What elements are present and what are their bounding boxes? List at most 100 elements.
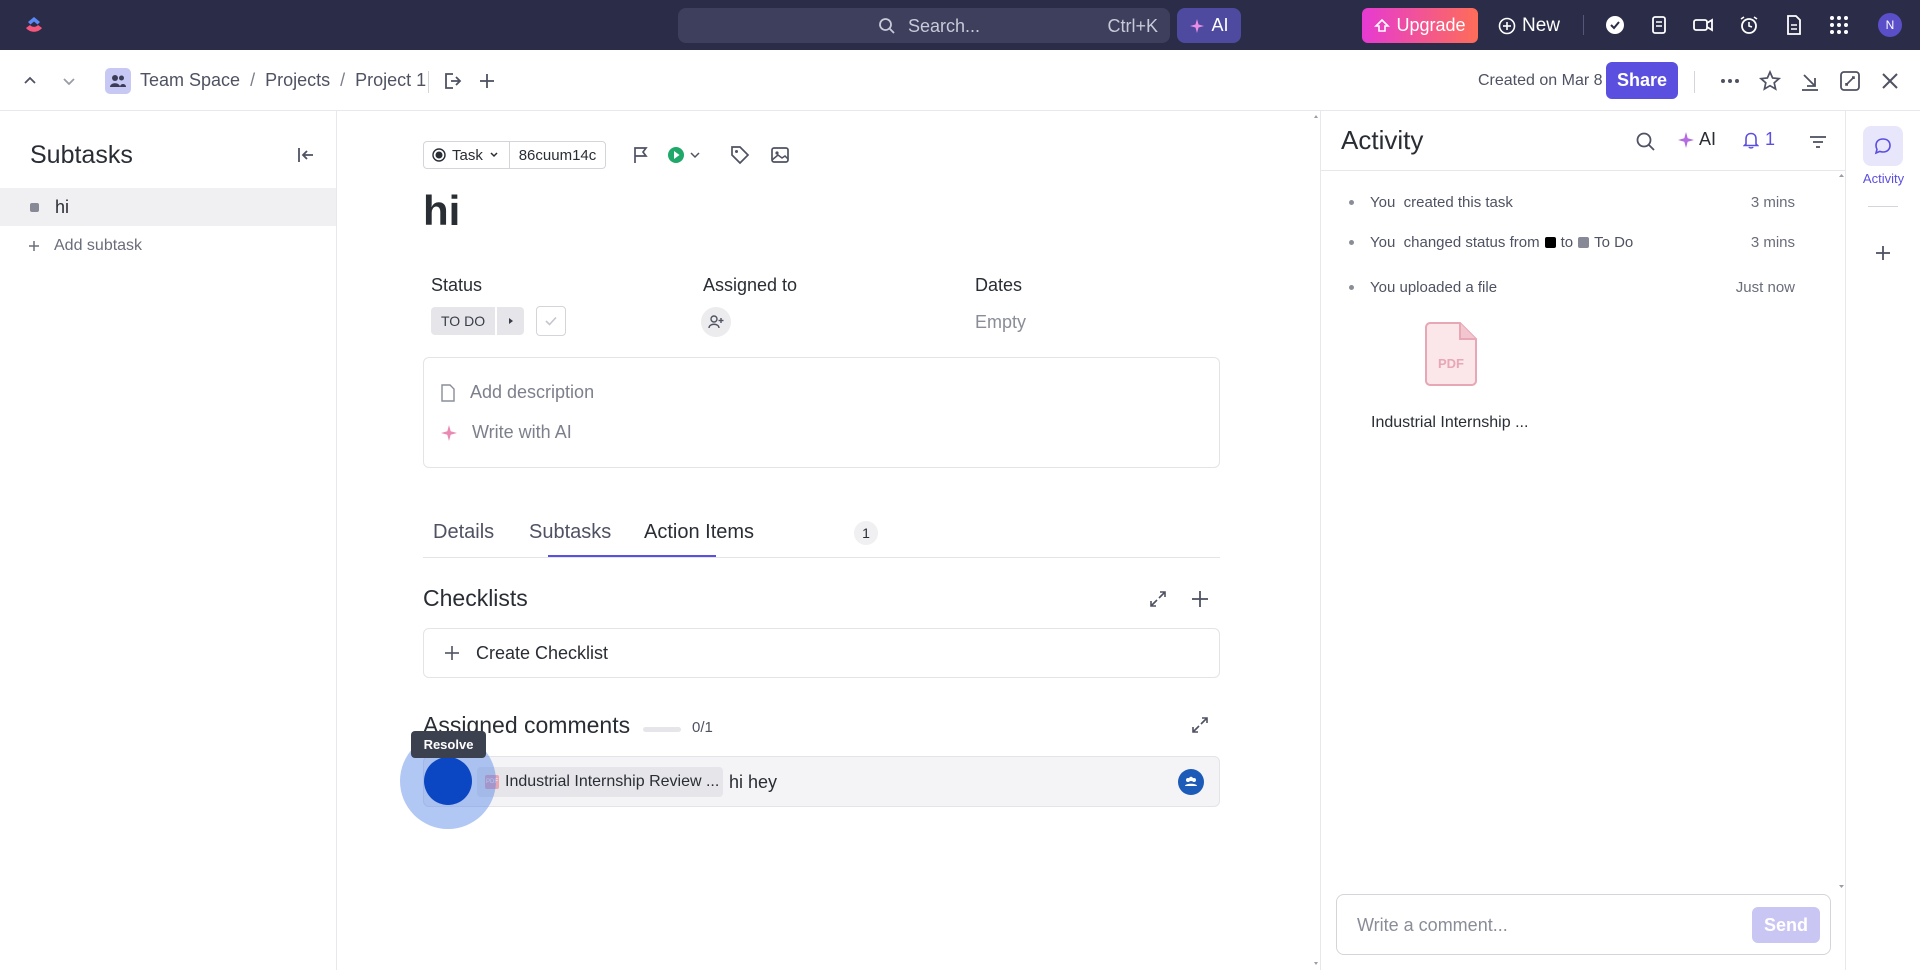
plus-icon[interactable] [476, 70, 498, 92]
play-timer-icon[interactable] [667, 144, 703, 166]
move-task-icon[interactable] [441, 70, 463, 92]
breadcrumb-separator: / [340, 70, 346, 90]
action-items-count-badge: 1 [854, 521, 878, 545]
add-panel-icon[interactable] [1872, 242, 1894, 264]
star-icon[interactable] [1758, 69, 1782, 93]
attachment-chip[interactable]: PDF Industrial Internship Review ... [477, 767, 723, 797]
divider [428, 71, 429, 93]
next-status-icon[interactable] [497, 307, 525, 335]
image-icon[interactable] [769, 144, 791, 166]
upgrade-icon [1374, 18, 1391, 34]
assigned-comments-progress-label: 0/1 [692, 719, 713, 736]
search-icon[interactable] [1635, 131, 1657, 153]
assigned-label: Assigned to [703, 275, 798, 295]
document-icon[interactable] [1783, 14, 1805, 36]
comment-text: hi hey [729, 772, 778, 792]
clickup-logo-icon[interactable] [22, 13, 46, 37]
create-checklist-label: Create Checklist [476, 642, 609, 663]
uploaded-file-name[interactable]: Industrial Internship ... [1371, 414, 1528, 432]
expand-icon[interactable] [1147, 588, 1169, 610]
activity-rail-button[interactable] [1863, 126, 1903, 166]
dates-value[interactable]: Empty [975, 312, 1026, 333]
share-button[interactable]: Share [1606, 62, 1678, 99]
activity-item: You changed status from to To Do [1349, 234, 1633, 251]
task-main: Task 86cuum14c hi Status Assigned to Dat… [337, 111, 1320, 970]
pdf-file-icon[interactable]: PDF [1424, 321, 1478, 387]
search-bar[interactable]: Search... Ctrl+K [678, 8, 1170, 43]
team-assignee-icon[interactable] [1178, 769, 1204, 795]
tag-icon[interactable] [729, 144, 751, 166]
comment-composer[interactable]: Write a comment... Send [1336, 894, 1831, 955]
status-dropdown[interactable]: TO DO [431, 307, 525, 335]
breadcrumb-team-space[interactable]: Team Space [140, 70, 240, 91]
expand-icon[interactable] [1838, 69, 1862, 93]
activity-ai-button[interactable]: AI [1677, 129, 1716, 150]
expand-icon[interactable] [1189, 714, 1211, 736]
task-id[interactable]: 86cuum14c [509, 141, 606, 169]
sparkle-icon [1189, 18, 1205, 34]
add-assignee-icon[interactable] [701, 307, 731, 337]
created-date: Created on Mar 8 [1478, 72, 1603, 89]
scrollbar[interactable] [1838, 171, 1845, 891]
apps-grid-icon[interactable] [1828, 14, 1850, 36]
chevron-down-icon [489, 150, 499, 160]
chevron-down-icon[interactable] [59, 71, 79, 91]
activity-time: Just now [1735, 279, 1795, 296]
activity-actor: You [1370, 234, 1396, 251]
flag-icon[interactable] [630, 144, 652, 166]
more-options-icon[interactable] [1718, 69, 1742, 93]
alarm-clock-icon[interactable] [1738, 14, 1760, 36]
notepad-icon[interactable] [1648, 14, 1670, 36]
tab-details[interactable]: Details [433, 521, 494, 544]
add-subtask-button[interactable]: Add subtask [28, 237, 142, 255]
create-checklist-button[interactable]: Create Checklist [423, 628, 1220, 678]
ai-button[interactable]: AI [1177, 8, 1241, 43]
send-button[interactable]: Send [1752, 907, 1820, 943]
activity-to-word: to [1560, 234, 1574, 251]
divider [1868, 206, 1898, 207]
status-label: Status [431, 275, 483, 295]
filter-icon[interactable] [1807, 131, 1829, 153]
close-icon[interactable] [1878, 69, 1902, 93]
resolve-tooltip: Resolve [411, 731, 486, 758]
upgrade-button[interactable]: Upgrade [1362, 8, 1478, 43]
right-rail: Activity [1845, 111, 1920, 970]
new-label: New [1522, 14, 1561, 36]
tab-subtasks[interactable]: Subtasks [529, 521, 611, 544]
notifications-button[interactable]: 1 [1743, 129, 1775, 150]
activity-title: Activity [1341, 125, 1424, 155]
write-with-ai-button[interactable]: Write with AI [440, 422, 572, 443]
bullet [1349, 240, 1354, 245]
minimize-icon[interactable] [1798, 69, 1822, 93]
tab-action-items[interactable]: Action Items [644, 521, 754, 544]
collapse-sidebar-icon[interactable] [296, 145, 316, 165]
video-icon[interactable] [1692, 14, 1714, 36]
new-button[interactable]: New [1498, 8, 1560, 43]
task-type-selector[interactable]: Task [423, 141, 510, 169]
task-title[interactable]: hi [423, 187, 460, 235]
plus-circle-icon [1498, 17, 1516, 35]
status-color-swatch [1578, 237, 1590, 248]
breadcrumb-projects[interactable]: Projects [265, 70, 330, 91]
pdf-label: PDF [1438, 356, 1464, 371]
plus-icon[interactable] [1189, 588, 1211, 610]
breadcrumb-project-1[interactable]: Project 1 [355, 70, 426, 91]
bell-icon [1743, 131, 1759, 149]
sidebar-item-hi[interactable]: hi [0, 188, 336, 226]
add-description-button[interactable]: Add description [440, 382, 594, 403]
activity-to-status: To Do [1594, 234, 1634, 251]
description-box[interactable]: Add description Write with AI [423, 357, 1220, 468]
complete-checkbox[interactable] [536, 306, 566, 336]
status-dot [30, 203, 39, 212]
resolve-button[interactable] [424, 757, 472, 805]
activity-text: uploaded a file [1399, 279, 1498, 296]
comment-input[interactable]: Write a comment... [1357, 915, 1508, 936]
scrollbar[interactable] [1312, 111, 1320, 970]
add-subtask-label: Add subtask [54, 237, 143, 254]
activity-text: created this task [1403, 194, 1513, 211]
user-avatar[interactable]: N [1878, 13, 1902, 37]
chevron-up-icon[interactable] [20, 71, 40, 91]
check-circle-icon[interactable] [1604, 14, 1626, 36]
task-tabs: Details Subtasks Action Items 1 [423, 511, 1220, 558]
activity-ai-label: AI [1699, 129, 1717, 149]
